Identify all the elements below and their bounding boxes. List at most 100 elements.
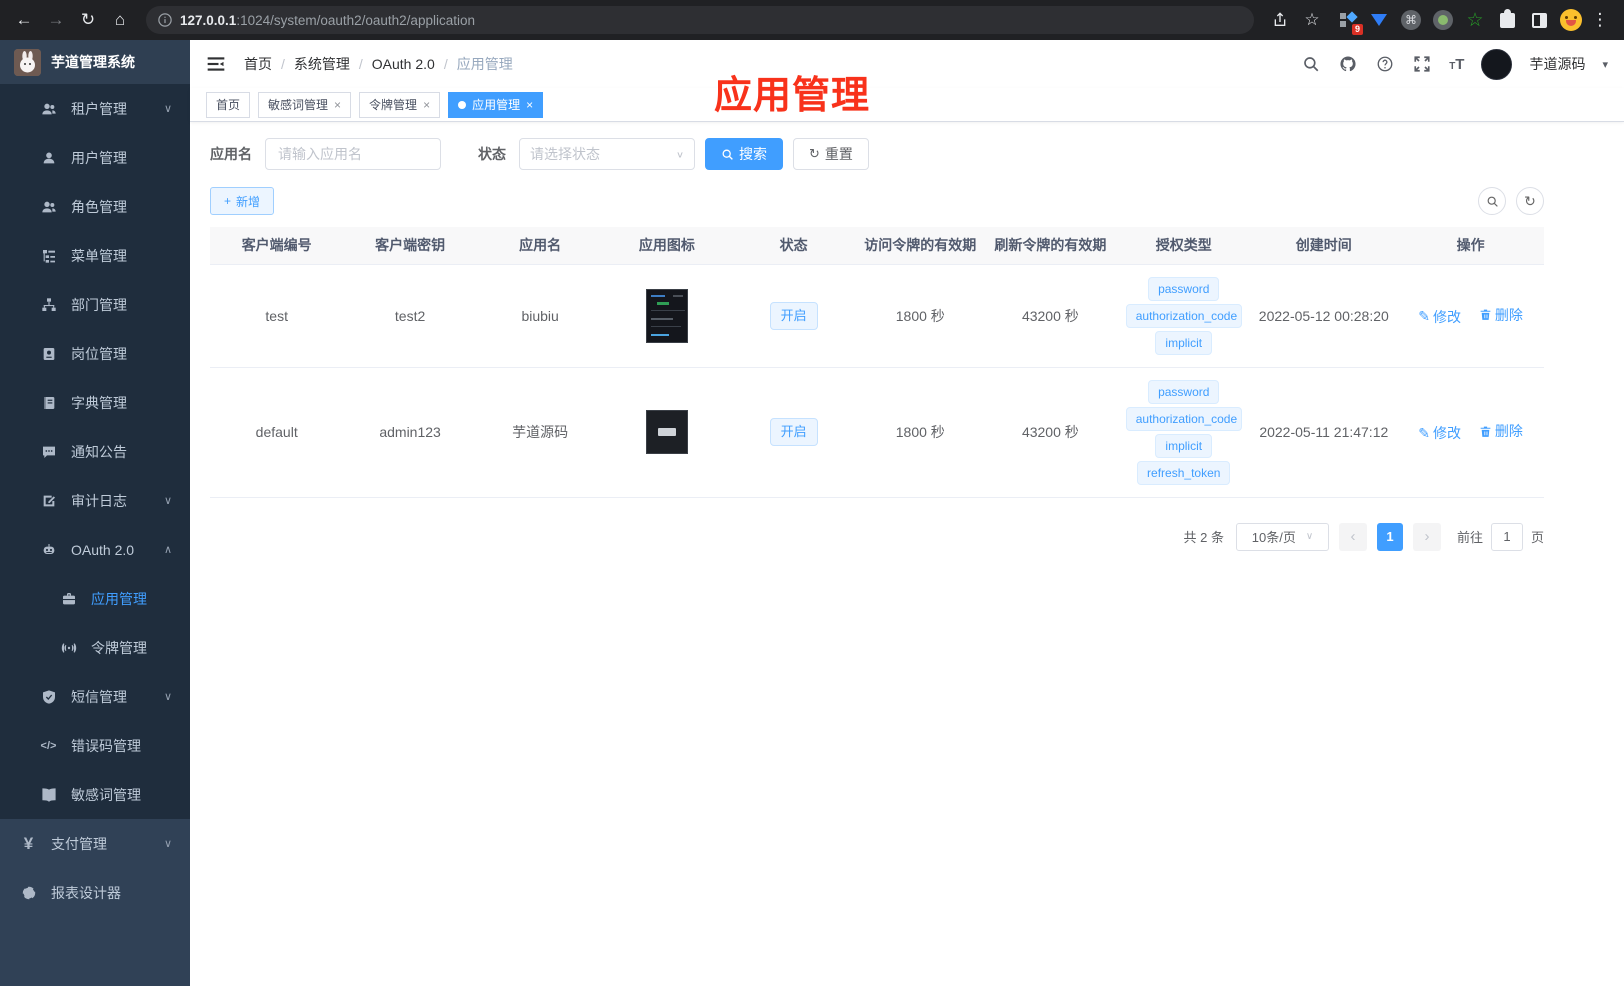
breadcrumb-current: 应用管理 (456, 56, 513, 72)
fullscreen-icon[interactable] (1412, 54, 1432, 74)
sidebar-item-role[interactable]: 角色管理 (0, 182, 190, 231)
status-select[interactable]: 请选择状态 ∨ (519, 138, 695, 170)
bookmark-star-icon[interactable]: ☆ (1298, 6, 1326, 34)
url-text[interactable]: 127.0.0.1:1024/system/oauth2/oauth2/appl… (180, 13, 475, 28)
extension-grid-icon[interactable]: 9 (1336, 9, 1363, 35)
delete-button[interactable]: 删除 (1479, 305, 1523, 325)
sidebar-fold-icon[interactable] (206, 53, 228, 75)
sidepanel-icon[interactable] (1528, 9, 1550, 31)
extension-command-icon[interactable]: ⌘ (1400, 9, 1422, 31)
page-size-value: 10条/页 (1251, 530, 1296, 545)
extension-green-star-icon[interactable]: ☆ (1464, 9, 1486, 31)
home-icon[interactable]: ⌂ (106, 6, 134, 34)
site-info-icon[interactable] (158, 13, 172, 27)
search-button-label: 搜索 (739, 146, 767, 162)
extension-gem-icon[interactable] (1368, 9, 1390, 31)
sidebar-item-report-designer[interactable]: 报表设计器 (0, 868, 190, 917)
col-status: 状态 (730, 227, 857, 265)
search-icon[interactable] (1301, 54, 1321, 74)
breadcrumb: 首页 / 系统管理 / OAuth 2.0 / 应用管理 (244, 54, 513, 74)
next-page-button[interactable]: › (1412, 522, 1441, 551)
github-icon[interactable] (1338, 54, 1358, 74)
prev-page-button[interactable]: ‹ (1338, 522, 1367, 551)
users-icon (40, 100, 57, 117)
tab-home[interactable]: 首页 (206, 91, 251, 118)
cell-access-validity: 1800 秒 (856, 367, 984, 498)
sidebar-item-sms[interactable]: 短信管理 ∨ (0, 672, 190, 721)
app-logo-image (14, 48, 41, 76)
user-name[interactable]: 芋道源码 (1529, 54, 1585, 74)
reset-button[interactable]: ↻ 重置 (793, 138, 869, 170)
extensions-puzzle-icon[interactable] (1496, 8, 1518, 31)
status-badge[interactable]: 开启 (769, 418, 818, 446)
toggle-search-icon[interactable] (1478, 187, 1506, 215)
chevron-down-icon: ∨ (163, 838, 172, 850)
pagination-total: 共 2 条 (1183, 530, 1224, 545)
sidebar-item-dict[interactable]: 字典管理 (0, 378, 190, 427)
search-button[interactable]: 搜索 (705, 138, 783, 170)
sidebar-item-dept[interactable]: 部门管理 (0, 280, 190, 329)
chevron-down-icon: ∨ (675, 149, 684, 160)
refresh-table-icon[interactable]: ↻ (1516, 187, 1544, 215)
active-tab-dot (458, 100, 467, 109)
tab-application[interactable]: 应用管理 × (448, 91, 544, 118)
breadcrumb-system[interactable]: 系统管理 (294, 54, 350, 74)
sidebar-item-payment[interactable]: ¥ 支付管理 ∨ (0, 819, 190, 868)
tab-label: 首页 (216, 98, 241, 112)
help-icon[interactable] (1375, 54, 1395, 74)
broadcast-icon (60, 639, 77, 656)
app-name-input[interactable] (265, 138, 441, 170)
sidebar-item-label: 应用管理 (91, 590, 147, 607)
status-badge[interactable]: 开启 (769, 301, 818, 330)
reload-icon[interactable]: ↻ (74, 6, 102, 34)
goto-page-input[interactable] (1490, 522, 1523, 551)
col-access-validity: 访问令牌的有效期 (856, 227, 984, 265)
caret-down-icon[interactable]: ▾ (1602, 58, 1608, 71)
sidebar-item-oauth2[interactable]: OAuth 2.0 ∧ (0, 525, 190, 574)
breadcrumb-separator: / (358, 56, 363, 72)
font-size-icon[interactable]: TT (1449, 56, 1464, 73)
close-icon[interactable]: × (526, 98, 533, 112)
sidebar-item-audit-log[interactable]: 审计日志 ∨ (0, 476, 190, 525)
page-size-select[interactable]: 10条/页 ∨ (1235, 522, 1329, 551)
sidebar-item-post[interactable]: 岗位管理 (0, 329, 190, 378)
user-avatar[interactable] (1481, 48, 1513, 80)
applications-table: 客户端编号 客户端密钥 应用名 应用图标 状态 访问令牌的有效期 刷新令牌的有效… (210, 227, 1544, 498)
close-icon[interactable]: × (334, 98, 341, 112)
sidebar-item-sensitive-words[interactable]: 敏感词管理 (0, 770, 190, 819)
grant-tag: authorization_code (1125, 303, 1242, 328)
table-tools: ↻ (1478, 187, 1544, 215)
sidebar-item-user[interactable]: 用户管理 (0, 133, 190, 182)
sidebar-item-notice[interactable]: 通知公告 (0, 427, 190, 476)
address-bar[interactable]: 127.0.0.1:1024/system/oauth2/oauth2/appl… (146, 6, 1254, 34)
tab-label: 令牌管理 (369, 98, 418, 112)
cell-client-id: test (210, 264, 344, 368)
page-number-1[interactable]: 1 (1376, 522, 1403, 551)
back-icon[interactable]: ← (10, 6, 38, 34)
cell-access-validity: 1800 秒 (856, 264, 984, 368)
grant-tag: implicit (1155, 433, 1213, 458)
sidebar-item-error-code[interactable]: </> 错误码管理 (0, 721, 190, 770)
breadcrumb-oauth[interactable]: OAuth 2.0 (372, 56, 435, 72)
edit-label: 修改 (1433, 308, 1461, 325)
cell-refresh-validity: 43200 秒 (983, 264, 1118, 368)
sidebar-item-oauth-application[interactable]: 应用管理 (0, 574, 190, 623)
delete-button[interactable]: 删除 (1479, 421, 1523, 441)
edit-button[interactable]: ✎ 修改 (1418, 307, 1461, 327)
forward-icon[interactable]: → (42, 6, 70, 34)
sidebar-item-menu[interactable]: 菜单管理 (0, 231, 190, 280)
tab-sensitive-words[interactable]: 敏感词管理 × (258, 91, 352, 118)
add-button[interactable]: + 新增 (210, 187, 275, 215)
close-icon[interactable]: × (423, 98, 430, 112)
sidebar-item-oauth-token[interactable]: 令牌管理 (0, 623, 190, 672)
breadcrumb-home[interactable]: 首页 (244, 54, 272, 74)
sidebar-item-tenant[interactable]: 租户管理 ∨ (0, 84, 190, 133)
profile-avatar-icon[interactable] (1560, 9, 1582, 31)
share-icon[interactable] (1266, 6, 1294, 34)
extension-record-icon[interactable] (1432, 9, 1454, 31)
browser-menu-icon[interactable]: ⋮ (1586, 6, 1614, 34)
tab-token[interactable]: 令牌管理 × (359, 91, 441, 118)
chevron-down-icon: ∨ (1305, 531, 1314, 542)
app-logo-area[interactable]: 芋道管理系统 (0, 40, 190, 84)
edit-button[interactable]: ✎ 修改 (1418, 423, 1461, 443)
